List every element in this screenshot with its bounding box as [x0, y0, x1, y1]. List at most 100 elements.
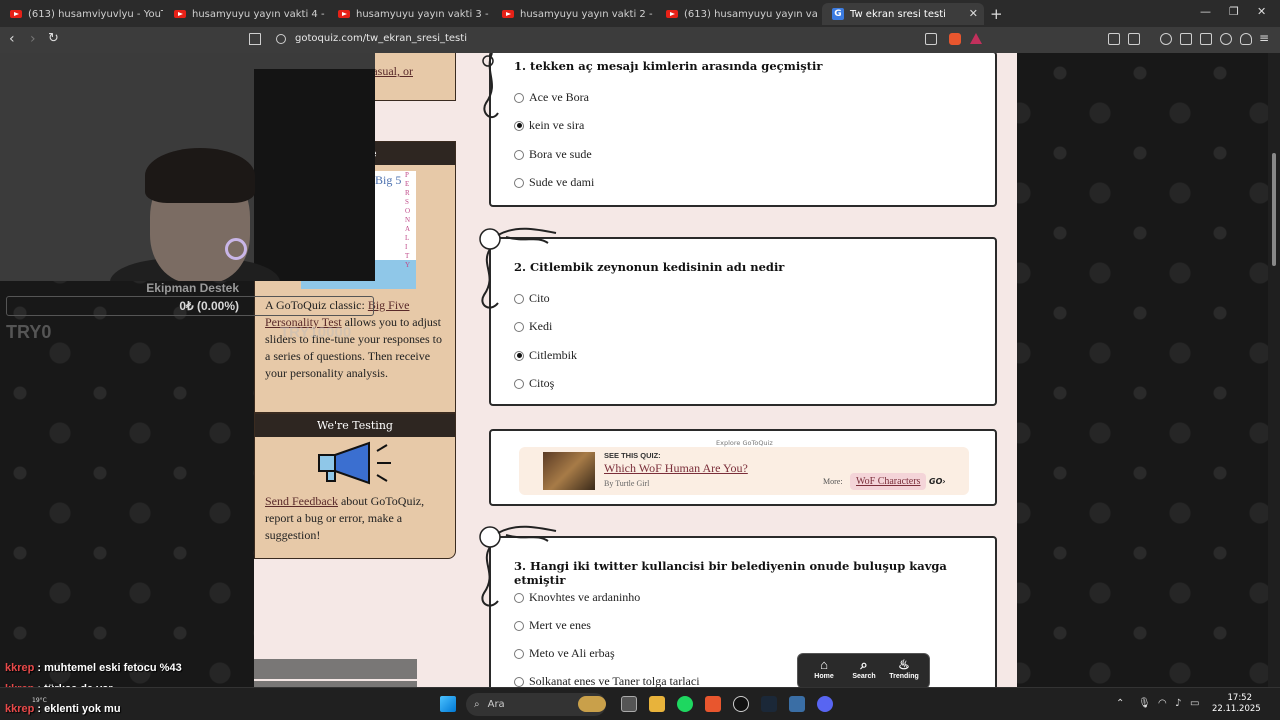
browser-tab[interactable]: (613) husamviyuvlyu - YouTube: [0, 3, 163, 25]
screenshot-icon[interactable]: [1128, 33, 1140, 45]
answer-option[interactable]: Bora ve sude: [514, 147, 592, 162]
reload-icon[interactable]: ↻: [48, 31, 59, 46]
close-window-icon[interactable]: ✕: [1257, 5, 1266, 18]
search-icon: ⌕: [860, 657, 868, 672]
browser-tab[interactable]: husamyuyu yayın vakti 3 - YouTube: [328, 3, 491, 25]
windows-start-icon[interactable]: [440, 696, 456, 712]
address-toolbar: ‹ › ↻ gotoquiz.com/tw_ekran_sresi_testi …: [0, 27, 1280, 53]
fire-icon: ♨: [898, 657, 910, 672]
file-explorer-icon[interactable]: [649, 696, 665, 712]
browser-tab-active[interactable]: G Tw ekran sresi testi ✕: [822, 3, 984, 25]
answer-option[interactable]: Kedi: [514, 319, 552, 334]
youtube-icon: [502, 10, 514, 18]
battery-icon[interactable]: ▭: [1190, 698, 1199, 709]
discord-icon[interactable]: [817, 696, 833, 712]
promo-author: By Turtle Girl: [604, 479, 650, 488]
donation-progress-bar: [6, 296, 374, 316]
radio-button[interactable]: [514, 321, 524, 332]
promo-category-chip[interactable]: WoF Characters: [850, 473, 927, 490]
vpn-shield-icon[interactable]: [1240, 33, 1252, 45]
promo-go-icon[interactable]: GO›: [929, 477, 946, 486]
promo-thumbnail[interactable]: [543, 452, 595, 490]
question-card-2: 2. Citlembik zeynonun kedisinin adı nedi…: [489, 237, 997, 406]
browser-tab[interactable]: (613) husamyuyu yayın vakti 1 - YouT: [656, 3, 818, 25]
radio-button[interactable]: [514, 620, 524, 631]
spotify-icon[interactable]: [677, 696, 693, 712]
answer-option[interactable]: Meto ve Ali erbaş: [514, 646, 615, 661]
brave-rewards-icon[interactable]: [970, 33, 982, 44]
new-tab-button[interactable]: +: [990, 5, 1003, 23]
question-card-1: 1. tekken aç mesajı kimlerin arasında ge…: [489, 53, 997, 207]
tab-label: (613) husamyuyu yayın vakti 1 - YouT: [684, 8, 818, 20]
nav-search[interactable]: ⌕ Search: [844, 657, 884, 680]
wifi-icon[interactable]: ◠: [1158, 698, 1167, 709]
big5-caption: Big 5: [375, 173, 402, 187]
extensions-icon[interactable]: [1108, 33, 1120, 45]
promo-quiz-link[interactable]: Which WoF Human Are You?: [604, 461, 748, 476]
search-highlight-icon[interactable]: [578, 696, 606, 712]
answer-option[interactable]: Citoş: [514, 376, 554, 391]
github-icon[interactable]: [733, 696, 749, 712]
leo-ai-icon[interactable]: [1220, 33, 1232, 45]
answer-option[interactable]: Citlembik: [514, 348, 577, 363]
floating-nav: ⌂ Home ⌕ Search ♨ Trending: [797, 653, 930, 687]
radio-button[interactable]: [514, 149, 524, 160]
channel-tag: TRY0: [6, 322, 52, 342]
page-scrollbar[interactable]: [1268, 53, 1280, 687]
promo-see-label: SEE THIS QUIZ:: [604, 451, 661, 460]
scrollbar-thumb[interactable]: [1272, 153, 1276, 266]
restore-icon[interactable]: ❐: [1229, 5, 1239, 18]
browser-tab[interactable]: husamyuyu yayın vakti 2 - YouTube: [492, 3, 655, 25]
nav-home[interactable]: ⌂ Home: [804, 657, 844, 680]
site-info-icon[interactable]: [276, 34, 286, 44]
wallet-icon[interactable]: [1200, 33, 1212, 45]
back-icon[interactable]: ‹: [9, 31, 15, 47]
bookmark-icon[interactable]: [249, 33, 261, 45]
youtube-icon: [666, 10, 678, 18]
radio-button[interactable]: [514, 177, 524, 188]
promo-more-label: More:: [823, 477, 843, 486]
radio-button[interactable]: [514, 676, 524, 687]
close-tab-icon[interactable]: ✕: [969, 7, 978, 20]
minimize-icon[interactable]: —: [1200, 5, 1211, 18]
tab-label: (613) husamviyuvlyu - YouTube: [28, 8, 163, 20]
microphone-icon[interactable]: 🎙: [1138, 698, 1151, 709]
donation-label: Ekipman Destek: [146, 281, 239, 295]
home-icon: ⌂: [820, 657, 828, 672]
stream-watermark: TRY10000: [280, 324, 352, 341]
send-feedback-link[interactable]: Send Feedback: [265, 494, 338, 508]
volume-icon[interactable]: ♪: [1175, 698, 1181, 709]
forward-icon[interactable]: ›: [30, 31, 36, 47]
app-icon[interactable]: [789, 696, 805, 712]
share-icon[interactable]: [925, 33, 937, 45]
brave-icon[interactable]: [705, 696, 721, 712]
youtube-icon: [10, 10, 22, 18]
task-view-icon[interactable]: [621, 696, 637, 712]
chat-input-box: [254, 659, 417, 679]
headset-icon: [225, 238, 247, 260]
question-title: 3. Hangi iki twitter kullancisi bir bele…: [514, 559, 947, 587]
answer-option[interactable]: Solkanat enes ve Taner tolga tarlaci: [514, 674, 700, 687]
nav-trending[interactable]: ♨ Trending: [884, 657, 924, 680]
media-icon[interactable]: [1160, 33, 1172, 45]
search-icon: ⌕: [474, 699, 480, 710]
answer-option[interactable]: Mert ve enes: [514, 618, 591, 633]
radio-button-selected[interactable]: [514, 350, 524, 361]
url-bar[interactable]: gotoquiz.com/tw_ekran_sresi_testi: [295, 33, 467, 44]
radio-button[interactable]: [514, 648, 524, 659]
menu-icon[interactable]: ≡: [1259, 31, 1269, 45]
system-clock[interactable]: 17:52 22.11.2025: [1212, 693, 1261, 715]
youtube-icon: [174, 10, 186, 18]
floral-ornament-icon: [479, 227, 557, 309]
answer-option[interactable]: Sude ve dami: [514, 175, 594, 190]
tab-label: husamyuyu yayın vakti 3 - YouTube: [356, 8, 491, 20]
radio-button[interactable]: [514, 378, 524, 389]
steam-icon[interactable]: [761, 696, 777, 712]
question-title: 1. tekken aç mesajı kimlerin arasında ge…: [514, 59, 823, 73]
taskbar: 19°C ⌕ Ara ⌃ 🎙 ◠ ♪ ▭ 17:52 22.11.2025: [0, 687, 1280, 720]
sidebar-icon[interactable]: [1180, 33, 1192, 45]
tab-label: husamyuyu yayın vakti 2 - YouTube: [520, 8, 655, 20]
tray-chevron-icon[interactable]: ⌃: [1116, 698, 1124, 709]
brave-shield-icon[interactable]: [949, 33, 961, 45]
browser-tab[interactable]: husamyuyu yayın vakti 4 - YouTube: [164, 3, 327, 25]
